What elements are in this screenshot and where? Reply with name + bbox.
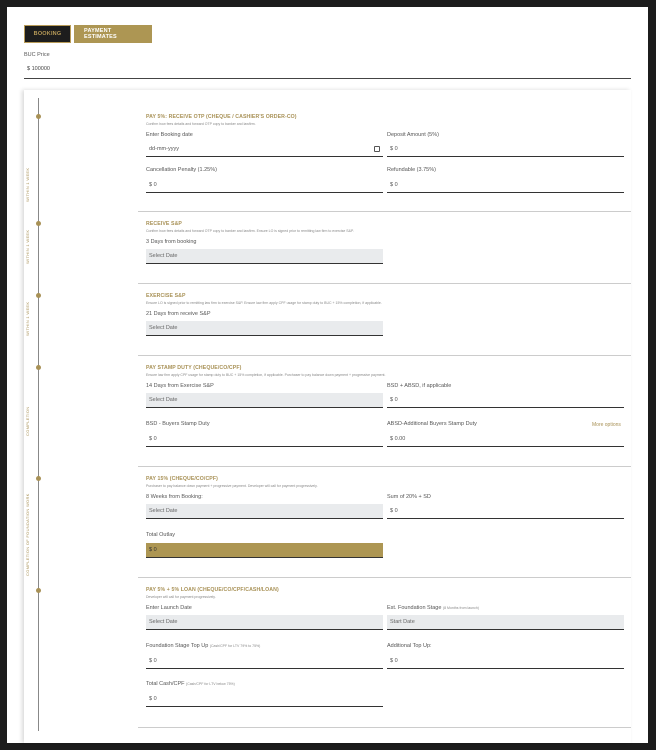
est-foundation-label-text: Est. Foundation Stage (387, 605, 442, 611)
absd-label: ABSD-Additional Buyers Stamp Duty (387, 421, 477, 427)
payment-timeline-panel: WITHIN 1 WEEK WITHIN 1 WEEK WITHIN 1 WEE… (24, 90, 631, 743)
section-description: Ensure law firm apply CPF usage for stam… (146, 373, 386, 377)
launch-date-field[interactable]: Select Date (146, 615, 383, 630)
exercise-sp-date-field[interactable]: Select Date (146, 321, 383, 336)
deposit-amount-label: Deposit Amount (5%) (387, 132, 439, 138)
foundation-topup-label-text: Foundation Stage Top Up (146, 643, 209, 649)
weeks-from-booking-label: 8 Weeks from Booking: (146, 494, 203, 500)
timeline-dot (36, 221, 41, 226)
booking-date-input[interactable]: dd-mm-yyyy (146, 142, 383, 157)
sum-field[interactable]: $ 0 (387, 504, 624, 519)
booking-date-label: Enter Booking date (146, 132, 193, 138)
launch-date-label: Enter Launch Date (146, 605, 192, 611)
bsd-label: BSD - Buyers Stamp Duty (146, 421, 210, 427)
total-cash-cpf-note: (Cash/CPF for LTV below 75%) (186, 682, 235, 686)
page: BOOKING PAYMENT ESTIMATES BUC Price $ 10… (7, 7, 648, 743)
section-receive-sp: RECEIVE S&P Confirm how fees details and… (138, 212, 631, 284)
tab-bar: BOOKING PAYMENT ESTIMATES (24, 25, 152, 43)
est-foundation-field[interactable]: Start Date (387, 615, 624, 630)
timeline-line (38, 98, 39, 731)
calendar-icon[interactable] (374, 146, 380, 152)
section-pay-5-loan: PAY 5% + 5% LOAN (CHEQUE/CO/CPF/CASH/LOA… (138, 578, 631, 728)
timeline-dot (36, 114, 41, 119)
total-cash-cpf-label-text: Total Cash/CPF (146, 681, 185, 687)
section-title: PAY 15% (CHEQUE/CO/CPF) (146, 476, 218, 482)
total-cash-cpf-field[interactable]: $ 0 (146, 692, 383, 707)
stamp-duty-date-field[interactable]: Select Date (146, 393, 383, 408)
refundable-label: Refundable (3.75%) (387, 167, 436, 173)
timeline-label: WITHIN 1 WEEK (25, 301, 30, 336)
additional-topup-field[interactable]: $ 0 (387, 654, 624, 669)
section-description: Developer will call for payment progress… (146, 595, 216, 599)
est-foundation-label: Est. Foundation Stage (8 Months from lau… (387, 605, 479, 611)
section-title: PAY STAMP DUTY (CHEQUE/CO/CPF) (146, 365, 242, 371)
pay-15-date-field[interactable]: Select Date (146, 504, 383, 519)
section-pay-15: PAY 15% (CHEQUE/CO/CPF) Purchaser to pay… (138, 467, 631, 578)
timeline-label: WITHIN 1 WEEK (25, 167, 30, 202)
tab-payment-estimates[interactable]: PAYMENT ESTIMATES (74, 25, 152, 43)
est-foundation-note: (8 Months from launch) (442, 606, 479, 610)
buc-price-field[interactable]: $ 100000 (24, 66, 631, 79)
foundation-topup-label: Foundation Stage Top Up (Cash/CPF for LT… (146, 643, 260, 649)
section-pay-5-otp: PAY 5%: RECEIVE OTP (CHEQUE / CASHIER'S … (138, 90, 631, 212)
section-pay-stamp-duty: PAY STAMP DUTY (CHEQUE/CO/CPF) Ensure la… (138, 356, 631, 467)
refundable-field[interactable]: $ 0 (387, 178, 624, 193)
additional-topup-label: Additional Top Up: (387, 643, 432, 649)
bsd-field[interactable]: $ 0 (146, 432, 383, 447)
timeline-dot (36, 365, 41, 370)
section-exercise-sp: EXERCISE S&P Ensure LO is signed prior t… (138, 284, 631, 356)
total-outlay-label: Total Outlay (146, 532, 176, 538)
total-outlay-field[interactable]: $ 0 (146, 543, 383, 558)
cancellation-penalty-label: Cancellation Penalty (1.25%) (146, 167, 217, 173)
sum-label: Sum of 20% + SD (387, 494, 431, 500)
section-title: PAY 5% + 5% LOAN (CHEQUE/CO/CPF/CASH/LOA… (146, 587, 279, 593)
section-description: Confirm how fees details and forward OTP… (146, 122, 256, 126)
timeline-dot (36, 476, 41, 481)
booking-date-placeholder: dd-mm-yyyy (149, 146, 179, 152)
total-cash-cpf-label: Total Cash/CPF (Cash/CPF for LTV below 7… (146, 681, 235, 687)
deposit-amount-field[interactable]: $ 0 (387, 142, 624, 157)
receive-sp-date-field[interactable]: Select Date (146, 249, 383, 264)
timeline-label: COMPLETION (25, 406, 30, 436)
section-title: EXERCISE S&P (146, 293, 186, 299)
absd-field[interactable]: $ 0.00 (387, 432, 624, 447)
days-from-exercise-label: 14 Days from Exercise S&P (146, 383, 214, 389)
days-from-booking-label: 3 Days from booking (146, 239, 197, 245)
timeline-dot (36, 293, 41, 298)
section-description: Ensure LO is signed prior to remitting l… (146, 301, 382, 305)
section-title: RECEIVE S&P (146, 221, 182, 227)
buc-price-label: BUC Price (24, 52, 50, 58)
timeline-label: WITHIN 1 WEEK (25, 229, 30, 264)
tab-booking[interactable]: BOOKING (24, 25, 71, 43)
more-options-link[interactable]: More options (592, 422, 621, 428)
section-description: Purchaser to pay balance down payment + … (146, 484, 318, 488)
timeline-label: COMPLETION OF FOUNDATION WORK (25, 493, 30, 576)
section-description: Confirm how fees details and forward OTP… (146, 229, 354, 233)
bsd-absd-field[interactable]: $ 0 (387, 393, 624, 408)
foundation-topup-field[interactable]: $ 0 (146, 654, 383, 669)
bsd-absd-label: BSD + ABSD, if applicable (387, 383, 452, 389)
days-from-receive-sp-label: 21 Days from receive S&P (146, 311, 211, 317)
foundation-topup-note: (Cash/CPF for LTV 79% to 75%) (209, 644, 261, 648)
timeline-dot (36, 588, 41, 593)
section-title: PAY 5%: RECEIVE OTP (CHEQUE / CASHIER'S … (146, 114, 297, 120)
cancellation-penalty-field[interactable]: $ 0 (146, 178, 383, 193)
